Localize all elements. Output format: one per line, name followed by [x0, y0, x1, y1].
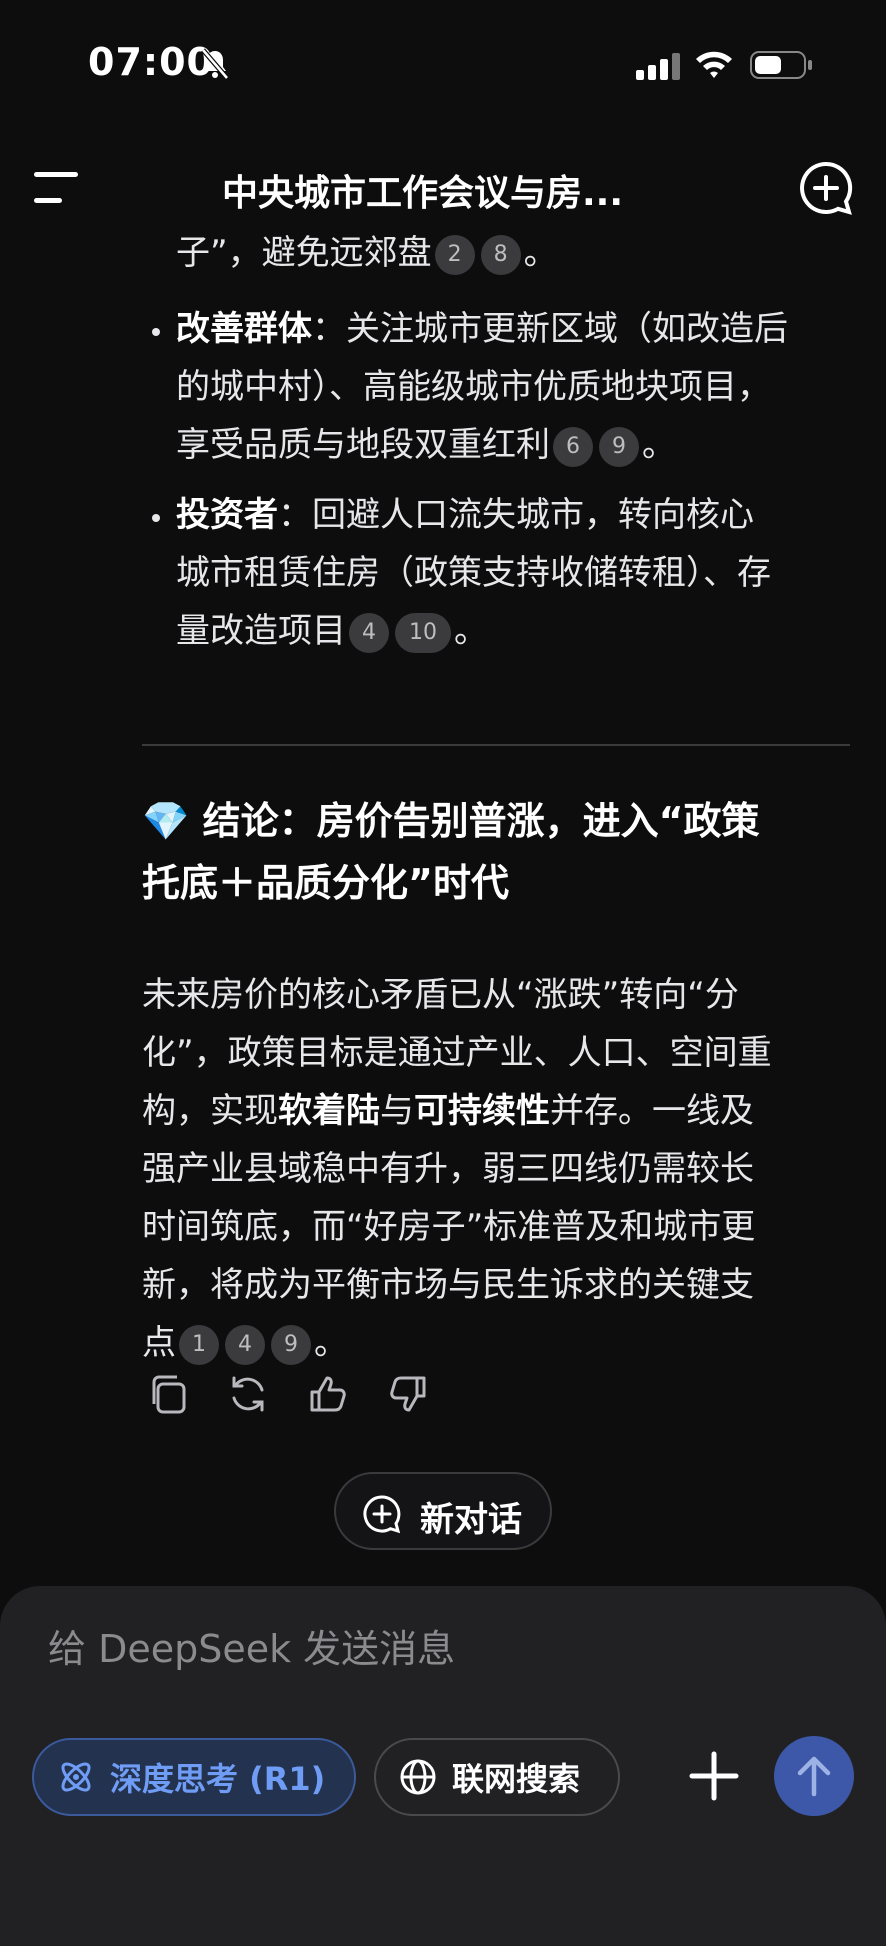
citation-badge[interactable]: 4 — [349, 612, 389, 653]
globe-icon — [400, 1759, 436, 1795]
citation-badge[interactable]: 9 — [599, 426, 639, 467]
web-search-toggle[interactable]: 联网搜索 — [374, 1738, 620, 1816]
new-conversation-button[interactable]: 新对话 — [334, 1472, 552, 1550]
status-time: 07:00 — [88, 40, 214, 84]
citation-badge[interactable]: 4 — [225, 1324, 265, 1365]
list-item: 改善群体：关注城市更新区域（如改造后 的城中村）、高能级城市优质地块项目， 享受… — [176, 309, 788, 467]
new-chat-icon[interactable] — [798, 160, 854, 220]
thumbs-down-icon[interactable] — [386, 1372, 434, 1420]
deep-think-toggle[interactable]: 深度思考 (R1) — [32, 1738, 356, 1816]
citation-badge[interactable]: 10 — [395, 612, 451, 653]
web-search-label: 联网搜索 — [452, 1760, 581, 1798]
citation-badge[interactable]: 8 — [480, 234, 521, 275]
bullet-label: 改善群体 — [176, 309, 312, 349]
attach-plus-icon[interactable] — [688, 1750, 740, 1802]
status-bar: 07:00 — [0, 0, 886, 120]
list-item: 投资者：回避人口流失城市，转向核心 城市租赁住房（政策支持收储转租）、存 量改造… — [176, 495, 771, 653]
copy-icon[interactable] — [146, 1372, 194, 1420]
divider — [142, 744, 850, 746]
message-composer: 深度思考 (R1) 联网搜索 — [0, 1586, 886, 1946]
citation-badge[interactable]: 9 — [271, 1324, 311, 1365]
deep-think-label: 深度思考 (R1) — [110, 1760, 326, 1798]
message-actions — [142, 1372, 462, 1420]
citation-badge[interactable]: 2 — [434, 234, 475, 275]
section-heading: 💎 结论：房价告别普涨，进入“政策 托底＋品质分化”时代 — [142, 799, 760, 905]
wifi-icon — [694, 48, 734, 84]
conclusion-paragraph: 未来房价的核心矛盾已从“涨跌”转向“分 化”，政策目标是通过产业、人口、空间重 … — [142, 975, 772, 1365]
citation-badge[interactable]: 1 — [179, 1324, 219, 1365]
menu-icon[interactable] — [32, 170, 80, 206]
message-input[interactable] — [46, 1618, 830, 1680]
thumbs-up-icon[interactable] — [306, 1372, 354, 1420]
new-conversation-label: 新对话 — [420, 1500, 522, 1540]
atom-icon — [61, 1762, 91, 1792]
bullet-dot — [152, 328, 160, 336]
send-button[interactable] — [774, 1736, 854, 1816]
citation-badge[interactable]: 6 — [553, 426, 593, 467]
chat-header: 中央城市工作会议与房... — [0, 150, 886, 224]
arrow-up-icon — [797, 1756, 831, 1797]
cellular-signal-icon — [636, 52, 682, 86]
text-line: 子”，避免远郊盘 2 8。 — [176, 233, 558, 275]
bullet-label: 投资者 — [176, 495, 278, 535]
regenerate-icon[interactable] — [226, 1372, 274, 1420]
page-title: 中央城市工作会议与房... — [222, 173, 624, 214]
bell-muted-icon — [200, 48, 230, 84]
battery-icon — [750, 50, 814, 84]
new-chat-icon — [362, 1494, 402, 1538]
bullet-dot — [152, 514, 160, 522]
diamond-icon: 💎 — [142, 799, 190, 843]
